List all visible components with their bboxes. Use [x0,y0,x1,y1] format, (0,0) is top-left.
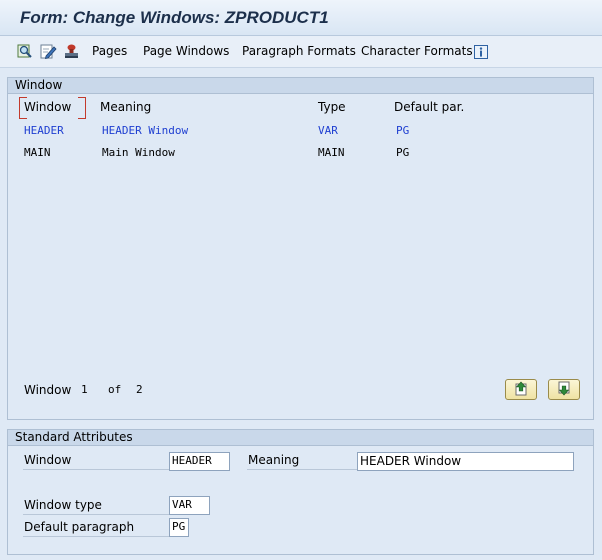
meaning-field[interactable]: HEADER Window [357,452,574,471]
row-window-name: MAIN [24,146,51,159]
pager-of: of [108,383,122,396]
stamp-icon[interactable] [62,42,80,60]
pages-button[interactable]: Pages [92,44,127,58]
column-header-meaning[interactable]: Meaning [100,100,151,114]
scroll-down-button[interactable] [548,379,580,400]
column-header-window[interactable]: Window [24,100,71,114]
window-type-field[interactable]: VAR [169,496,210,515]
row-meaning: Main Window [102,146,175,159]
row-default-par: PG [396,146,410,159]
row-meaning: HEADER Window [102,124,189,137]
table-row-header[interactable]: HEADER HEADER Window VAR PG [8,122,593,142]
row-type: MAIN [318,146,345,159]
page-windows-button[interactable]: Page Windows [143,44,229,58]
default-paragraph-field[interactable]: PG [169,518,189,537]
title-bar: Form: Change Windows: ZPRODUCT1 [0,0,602,36]
row-type: VAR [318,124,338,137]
row-default-par: PG [396,124,410,137]
scroll-up-button[interactable] [505,379,537,400]
window-field[interactable]: HEADER [169,452,230,471]
character-formats-button[interactable]: Character Formats [361,44,473,58]
application-toolbar: Pages Page Windows Paragraph Formats Cha… [0,36,602,68]
column-header-type[interactable]: Type [318,100,346,114]
column-header-default-par[interactable]: Default par. [394,100,464,114]
edit-pencil-icon[interactable] [39,42,57,60]
pager-label: Window [24,383,72,397]
paragraph-formats-button[interactable]: Paragraph Formats [242,44,356,58]
window-table: Window Meaning Type Default par. HEADER … [8,94,593,419]
meaning-label: Meaning [247,452,358,470]
page-title: Form: Change Windows: ZPRODUCT1 [20,8,329,27]
pager-total: 2 [136,383,143,396]
window-list-panel: Window Window Meaning Type Default par. … [7,77,594,420]
attributes-body: Window HEADER Meaning HEADER Window Wind… [8,446,593,554]
window-type-label: Window type [23,497,173,515]
window-panel-title: Window [8,78,593,94]
table-row-main[interactable]: MAIN Main Window MAIN PG [8,144,593,164]
default-paragraph-label: Default paragraph [23,519,173,537]
info-icon[interactable] [472,43,490,61]
find-icon[interactable] [16,42,34,60]
window-label: Window [23,452,173,470]
attributes-panel-title: Standard Attributes [8,430,593,446]
row-window-name: HEADER [24,124,64,137]
scroll-down-icon [556,381,572,399]
pager-current: 1 [81,383,88,396]
scroll-up-icon [513,381,529,399]
standard-attributes-panel: Standard Attributes Window HEADER Meanin… [7,429,594,555]
